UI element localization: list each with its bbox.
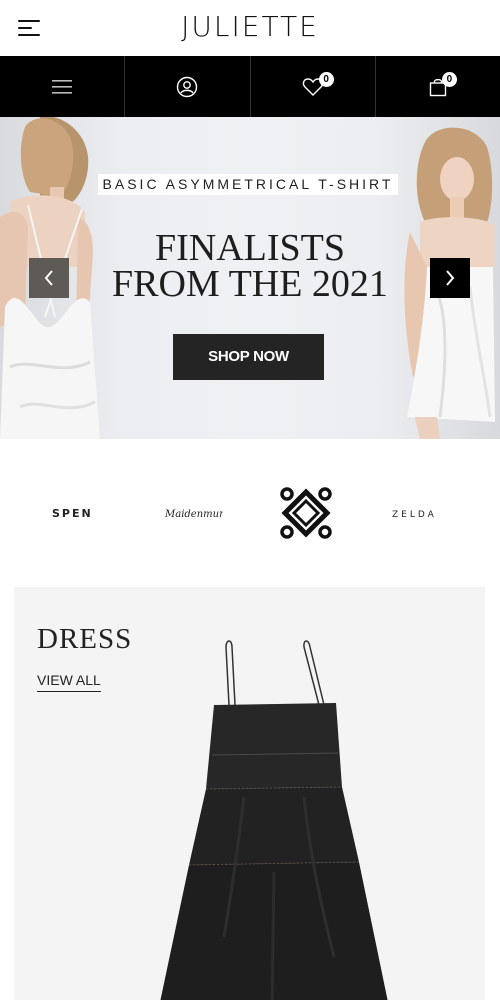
- slider-next-button[interactable]: [430, 258, 470, 298]
- user-icon: [177, 76, 198, 97]
- hero-subtitle: BASIC ASYMMETRICAL T-SHIRT: [98, 174, 398, 195]
- svg-text:Maidenmundo: Maidenmundo: [164, 509, 223, 520]
- zelda-logo-icon: ZELDA: [392, 510, 437, 520]
- category-title: DRESS: [37, 623, 133, 655]
- hero-headline-line1: FINALISTS: [154, 227, 346, 269]
- slider-prev-button[interactable]: [29, 258, 69, 298]
- maidenmundo-logo-icon: Maidenmundo: [164, 509, 223, 520]
- svg-text:ZELDA: ZELDA: [392, 510, 437, 520]
- view-all-link[interactable]: VIEW ALL: [37, 672, 101, 692]
- brand-logo-maidenmundo[interactable]: Maidenmundo: [143, 439, 243, 587]
- svg-text:SPEN: SPEN: [52, 507, 93, 520]
- brand-logo-spen[interactable]: SPEN: [30, 439, 130, 587]
- dress-category-card[interactable]: DRESS VIEW ALL: [14, 587, 485, 1000]
- cart-button[interactable]: 0: [376, 56, 500, 117]
- chevron-left-icon: [44, 270, 53, 286]
- menu-button[interactable]: [0, 56, 126, 117]
- shop-now-button[interactable]: SHOP NOW: [173, 334, 324, 380]
- knot-emblem-icon: [280, 487, 332, 539]
- site-logo[interactable]: JULIETTE: [0, 10, 500, 43]
- wishlist-button[interactable]: 0: [251, 56, 376, 117]
- brand-logo-knot[interactable]: [256, 439, 356, 587]
- brand-logo-zelda[interactable]: ZELDA: [370, 439, 470, 587]
- spen-logo-icon: SPEN: [52, 507, 93, 520]
- hero-headline-line2: FROM THE 2021: [112, 263, 388, 305]
- account-button[interactable]: [125, 56, 251, 117]
- brand-logos-row: SPEN Maidenmundo ZELDA: [0, 439, 500, 587]
- menu-icon: [52, 79, 73, 94]
- hero-slider: BASIC ASYMMETRICAL T-SHIRT FINALISTS FRO…: [0, 117, 500, 439]
- wishlist-count-badge: 0: [318, 72, 334, 87]
- black-dress-image: [160, 640, 388, 1000]
- hero-headline: FINALISTS FROM THE 2021: [0, 227, 500, 305]
- icon-nav-bar: 0 0: [0, 56, 500, 117]
- cart-count-badge: 0: [441, 72, 457, 87]
- chevron-right-icon: [446, 270, 455, 286]
- top-header: JULIETTE: [0, 0, 500, 56]
